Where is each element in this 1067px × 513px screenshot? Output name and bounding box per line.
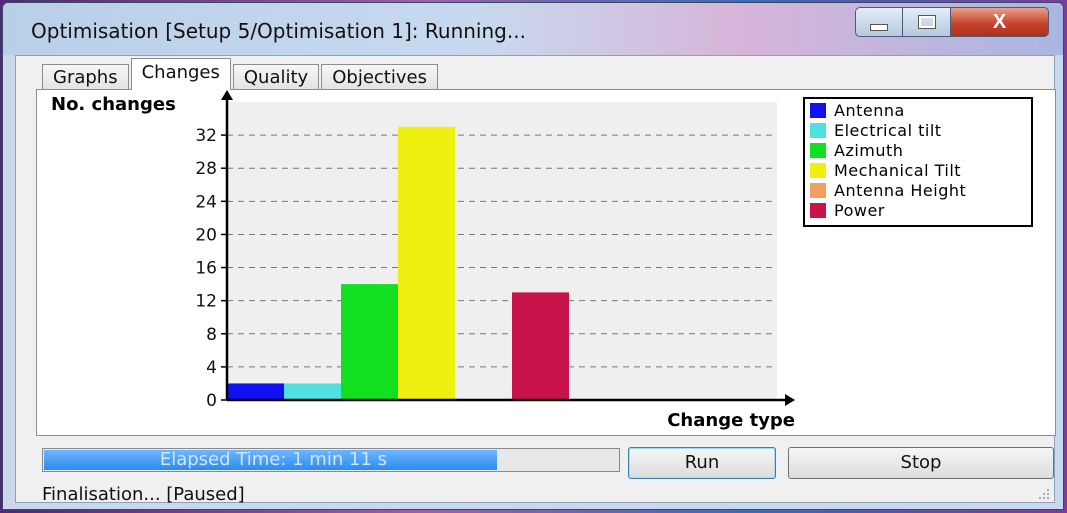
minimize-icon — [870, 23, 888, 31]
plot-area — [227, 102, 777, 400]
legend-label: Power — [834, 201, 885, 220]
y-tick-label: 32 — [195, 126, 217, 146]
tab-changes[interactable]: Changes — [130, 58, 231, 90]
tab-quality[interactable]: Quality — [232, 64, 320, 90]
y-axis-label: No. changes — [51, 94, 176, 115]
legend-label: Mechanical Tilt — [834, 161, 961, 180]
stop-button[interactable]: Stop — [788, 447, 1054, 479]
legend-swatch — [810, 123, 826, 138]
close-icon: X — [992, 10, 1007, 33]
elapsed-time-progress-bar: Elapsed Time: 1 min 11 s — [42, 448, 620, 472]
bar-electrical-tilt — [284, 383, 341, 400]
close-button[interactable]: X — [951, 7, 1049, 37]
window-controls: X — [855, 7, 1049, 37]
minimize-button[interactable] — [855, 7, 903, 37]
tab-graphs[interactable]: Graphs — [42, 64, 129, 90]
maximize-icon — [917, 15, 936, 29]
bar-mechanical-tilt — [398, 126, 455, 401]
bar-azimuth — [341, 284, 398, 400]
y-tick-label: 24 — [195, 192, 217, 212]
y-tick-label: 16 — [195, 259, 217, 279]
legend-swatch — [810, 183, 826, 198]
y-tick-label: 4 — [206, 358, 217, 378]
y-axis-arrow-icon — [221, 90, 233, 100]
changes-bar-chart: 0 4 8 12 16 20 24 28 32 No. changes Change type Ant… — [51, 90, 1033, 431]
elapsed-time-label: Elapsed Time: 1 min 11 s — [159, 449, 387, 470]
legend-swatch — [810, 103, 826, 118]
legend-label: Antenna — [834, 101, 905, 120]
x-axis-arrow-icon — [785, 394, 795, 406]
y-tick-label: 8 — [206, 325, 217, 345]
legend-label: Electrical tilt — [834, 121, 942, 140]
y-tick-label: 12 — [195, 292, 217, 312]
dialog-client-area: Graphs Changes Quality Objectives 0 4 8 12 1… — [15, 55, 1056, 505]
maximize-button[interactable] — [903, 7, 951, 37]
legend-swatch — [810, 143, 826, 158]
title-bar[interactable]: Optimisation [Setup 5/Optimisation 1]: R… — [3, 3, 1063, 55]
y-tick-label: 20 — [195, 225, 217, 245]
legend-swatch — [810, 163, 826, 178]
window-title: Optimisation [Setup 5/Optimisation 1]: R… — [31, 19, 526, 43]
y-tick-label: 28 — [195, 159, 217, 179]
legend-swatch — [810, 203, 826, 218]
status-text: Finalisation... [Paused] — [42, 484, 245, 505]
changes-tab-panel: 0 4 8 12 16 20 24 28 32 No. changes Change type Ant… — [36, 89, 1056, 436]
tab-objectives[interactable]: Objectives — [321, 64, 438, 90]
bar-power — [512, 292, 569, 400]
optimisation-window: Optimisation [Setup 5/Optimisation 1]: R… — [2, 2, 1064, 510]
x-axis-label: Change type — [667, 410, 795, 431]
legend-label: Antenna Height — [834, 181, 966, 200]
resize-grip-icon[interactable] — [1038, 488, 1050, 500]
y-tick-label: 0 — [206, 391, 217, 411]
bar-antenna — [227, 383, 284, 400]
run-button[interactable]: Run — [628, 447, 776, 479]
tab-strip: Graphs Changes Quality Objectives — [42, 58, 440, 90]
legend-label: Azimuth — [834, 141, 903, 160]
